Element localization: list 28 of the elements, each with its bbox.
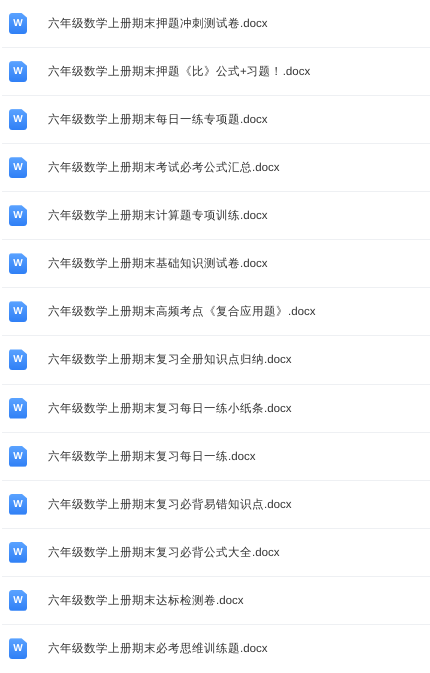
file-name[interactable]: 六年级数学上册期末每日一练专项题.docx bbox=[48, 112, 268, 128]
file-name[interactable]: 六年级数学上册期末复习必背易错知识点.docx bbox=[48, 496, 292, 512]
document-icon: W bbox=[9, 638, 27, 660]
document-icon: W bbox=[9, 349, 27, 370]
file-name[interactable]: 六年级数学上册期末基础知识测试卷.docx bbox=[48, 256, 268, 272]
document-icon: W bbox=[9, 398, 27, 419]
file-name[interactable]: 六年级数学上册期末必考思维训练题.docx bbox=[48, 641, 268, 656]
file-name[interactable]: 六年级数学上册期末高频考点《复合应用题》.docx bbox=[48, 304, 316, 320]
document-icon: W bbox=[9, 590, 27, 611]
document-icon: W bbox=[9, 157, 27, 178]
document-icon: W bbox=[9, 542, 27, 563]
file-name[interactable]: 六年级数学上册期末计算题专项训练.docx bbox=[48, 208, 268, 224]
document-icon: W bbox=[9, 109, 27, 130]
file-name[interactable]: 六年级数学上册期末考试必考公式汇总.docx bbox=[48, 160, 280, 176]
file-name[interactable]: 六年级数学上册期末押题冲刺测试卷.docx bbox=[48, 16, 268, 32]
file-name[interactable]: 六年级数学上册期末复习必背公式大全.docx bbox=[48, 544, 280, 560]
document-icon: W bbox=[9, 301, 27, 322]
document-icon: W bbox=[9, 61, 27, 82]
file-name[interactable]: 六年级数学上册期末复习每日一练小纸条.docx bbox=[48, 400, 292, 416]
file-name[interactable]: 六年级数学上册期末达标检测卷.docx bbox=[48, 592, 244, 608]
document-icon: W bbox=[9, 446, 27, 467]
document-icon: W bbox=[9, 205, 27, 226]
document-icon: W bbox=[9, 253, 27, 274]
document-icon: W bbox=[9, 13, 27, 34]
document-icon: W bbox=[9, 494, 27, 515]
file-name[interactable]: 六年级数学上册期末复习全册知识点归纳.docx bbox=[48, 352, 292, 368]
file-name[interactable]: 六年级数学上册期末押题《比》公式+习题！.docx bbox=[48, 64, 310, 80]
file-name[interactable]: 六年级数学上册期末复习每日一练.docx bbox=[48, 448, 256, 464]
